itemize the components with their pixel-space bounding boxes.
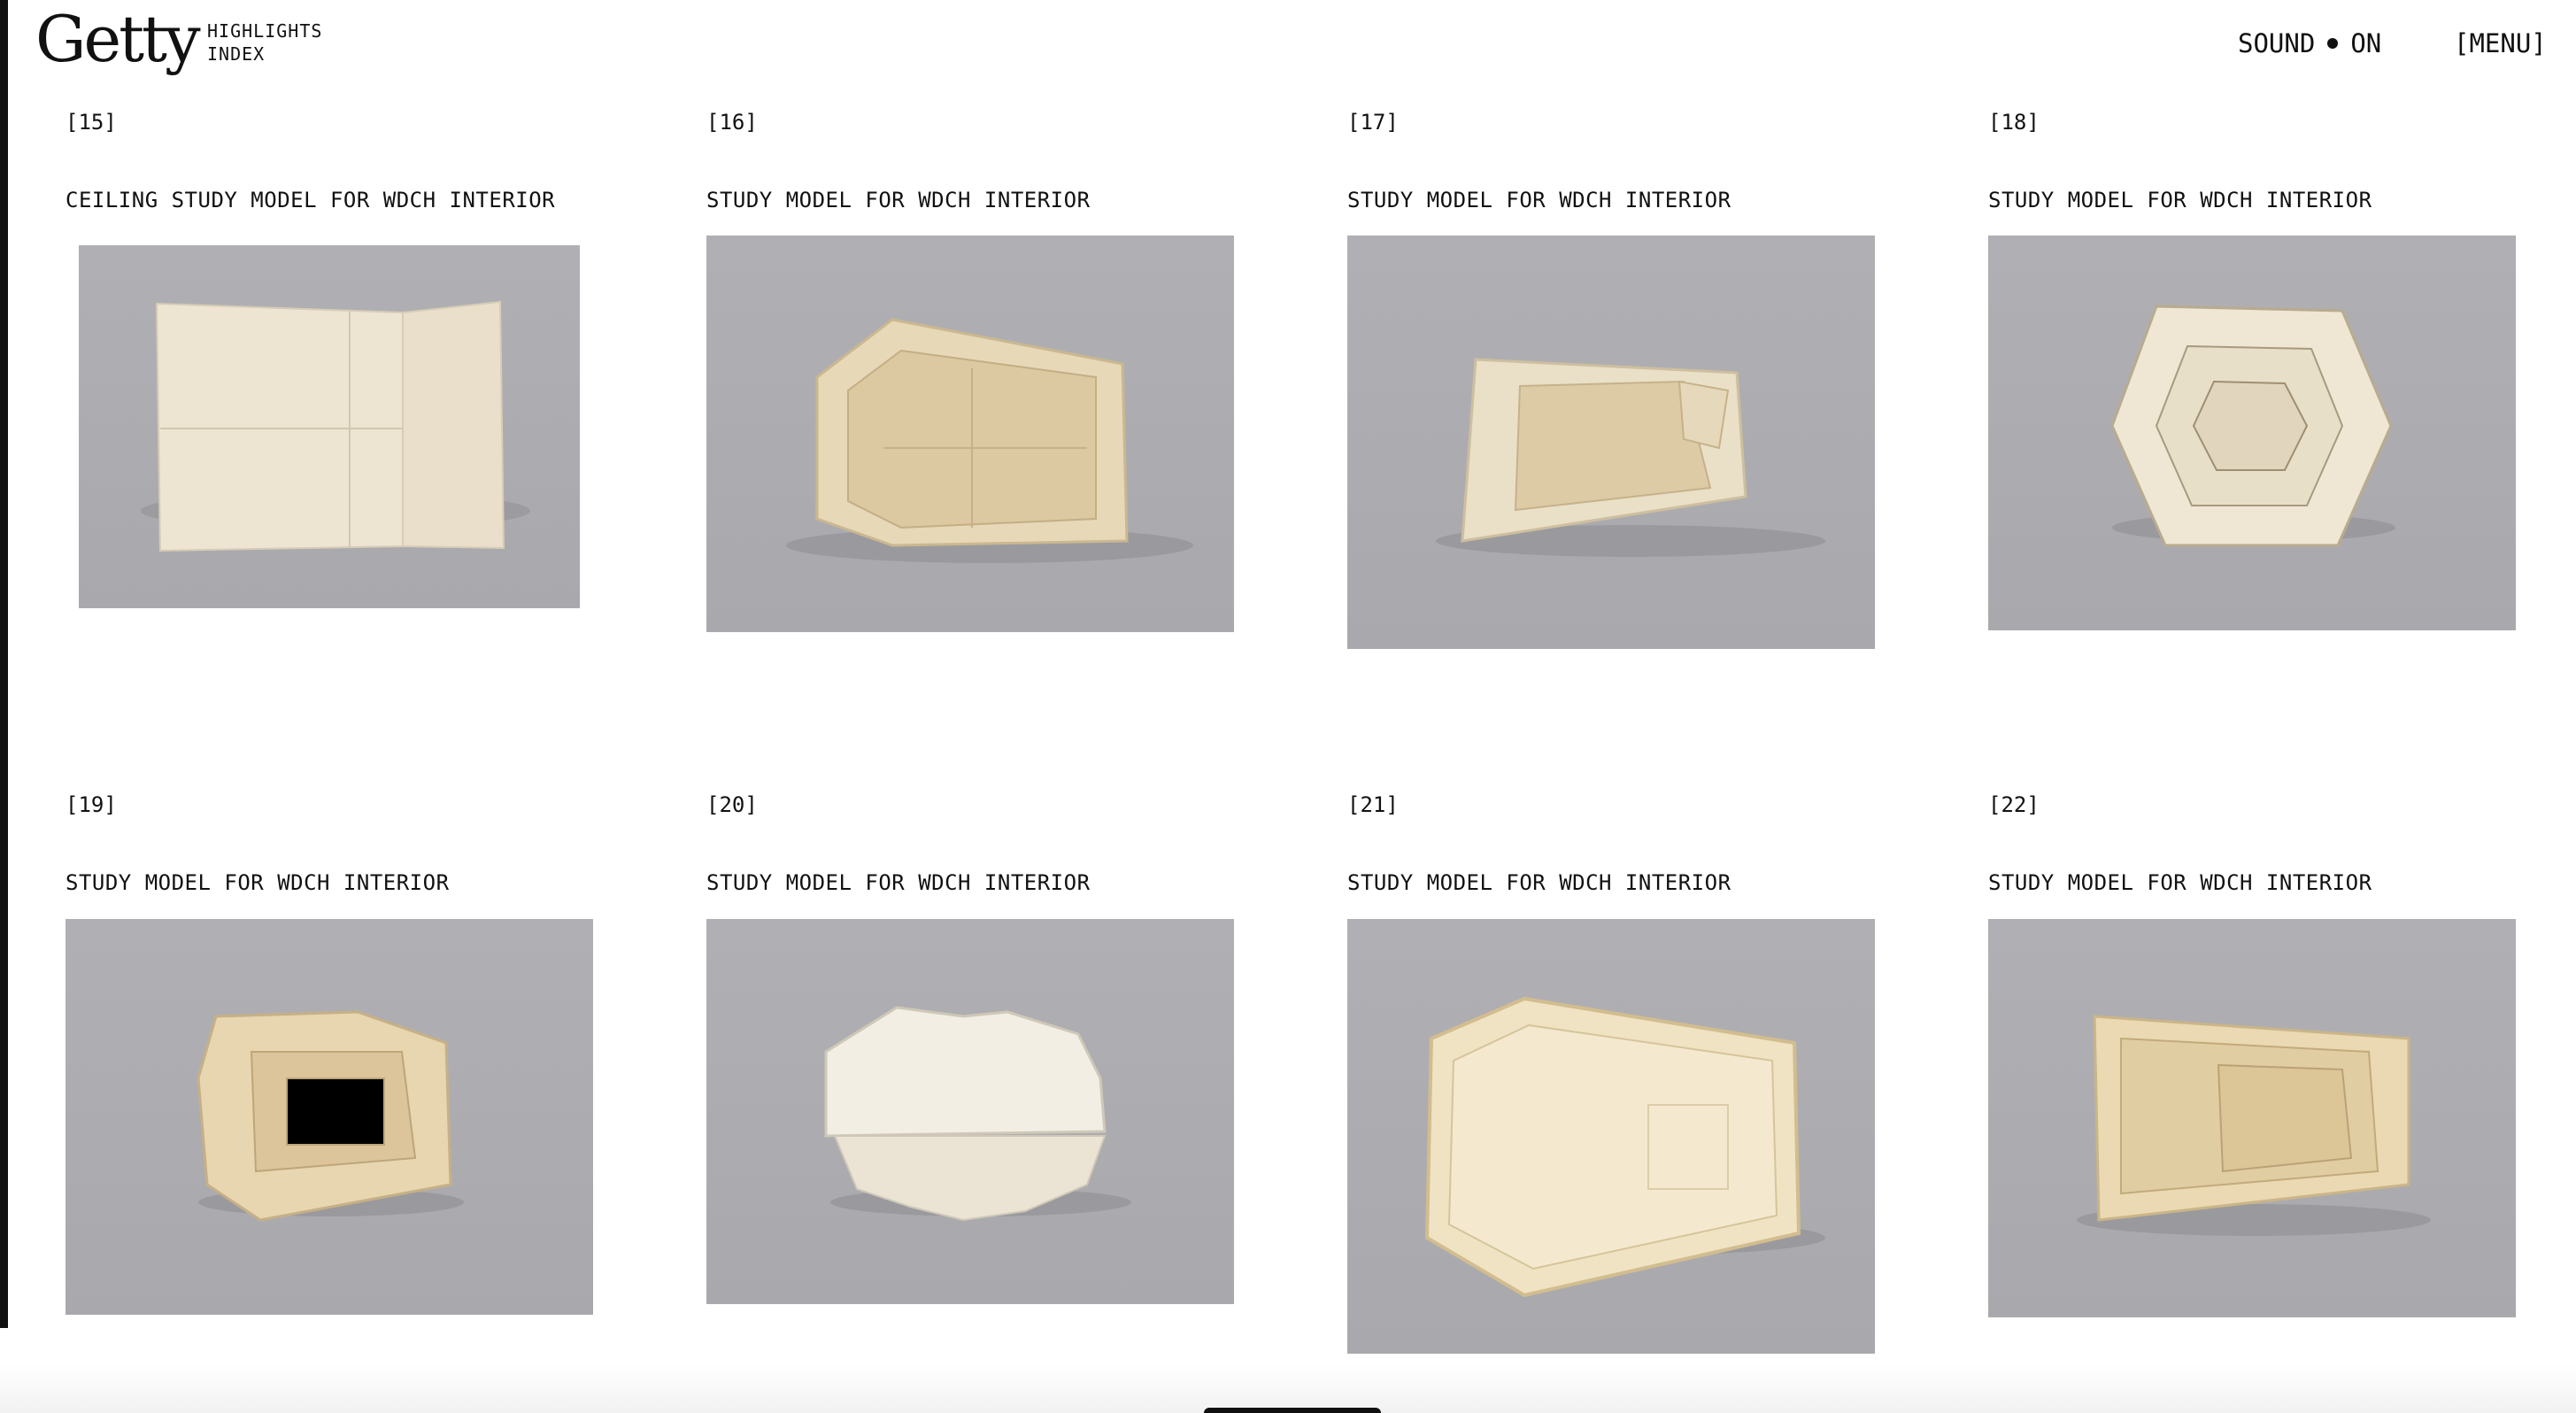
item-title: STUDY MODEL FOR WDCH INTERIOR <box>1988 188 2372 212</box>
item-title: STUDY MODEL FOR WDCH INTERIOR <box>66 870 450 895</box>
item-number: [22] <box>1988 792 2040 817</box>
item-image-19[interactable] <box>66 919 593 1315</box>
bottom-fade <box>0 1363 2576 1413</box>
getty-logo[interactable]: Getty <box>35 2 201 76</box>
item-title: STUDY MODEL FOR WDCH INTERIOR <box>706 188 1091 212</box>
item-title: STUDY MODEL FOR WDCH INTERIOR <box>1347 870 1731 895</box>
item-title: STUDY MODEL FOR WDCH INTERIOR <box>706 870 1091 895</box>
item-image-15[interactable] <box>79 245 580 608</box>
window-edge <box>0 0 8 1328</box>
item-number: [21] <box>1347 792 1399 817</box>
item-title: STUDY MODEL FOR WDCH INTERIOR <box>1988 870 2372 895</box>
nav-index-link[interactable]: INDEX <box>207 42 322 66</box>
sound-label: SOUND <box>2238 28 2316 58</box>
item-image-21[interactable] <box>1347 919 1875 1354</box>
nav-highlights-link[interactable]: HIGHLIGHTS <box>207 19 322 42</box>
item-number: [18] <box>1988 110 2040 135</box>
item-image-17[interactable] <box>1347 236 1875 649</box>
item-image-22[interactable] <box>1988 919 2516 1317</box>
page: Getty HIGHLIGHTS INDEX SOUND ON [MENU] [… <box>0 0 2576 1413</box>
home-indicator <box>1204 1408 1381 1413</box>
item-number: [17] <box>1347 110 1399 135</box>
sound-indicator-icon <box>2327 38 2339 49</box>
item-image-18[interactable] <box>1988 236 2516 630</box>
item-image-20[interactable] <box>706 919 1234 1304</box>
nav-links: HIGHLIGHTS INDEX <box>207 19 322 66</box>
item-number: [19] <box>66 792 117 817</box>
menu-button[interactable]: [MENU] <box>2454 28 2547 58</box>
sound-toggle[interactable]: SOUND ON <box>2238 28 2381 58</box>
item-image-16[interactable] <box>706 236 1234 632</box>
sound-state: ON <box>2350 28 2382 58</box>
item-number: [20] <box>706 792 758 817</box>
item-title: CEILING STUDY MODEL FOR WDCH INTERIOR <box>66 188 556 212</box>
item-title: STUDY MODEL FOR WDCH INTERIOR <box>1347 188 1731 212</box>
item-number: [16] <box>706 110 758 135</box>
item-number: [15] <box>66 110 117 135</box>
